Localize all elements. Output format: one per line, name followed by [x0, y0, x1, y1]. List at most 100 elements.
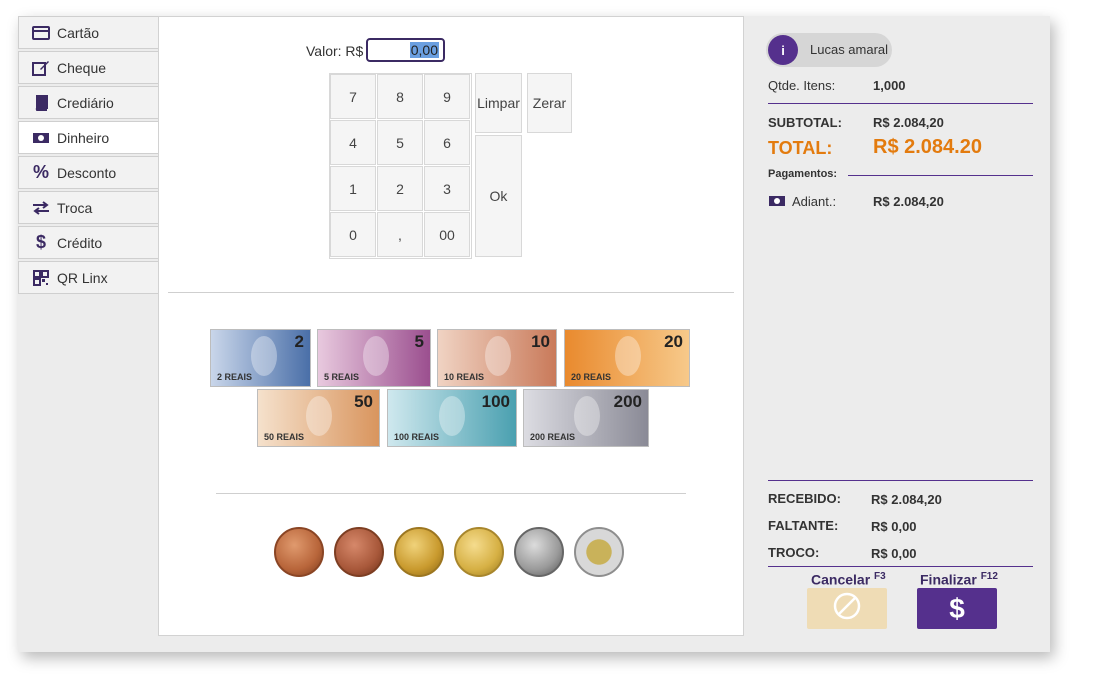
recebido-value: R$ 2.084,20	[871, 492, 942, 507]
banknote-100[interactable]: 100 100 REAIS	[387, 389, 517, 447]
key-8[interactable]: 8	[377, 74, 423, 119]
key-4[interactable]: 4	[330, 120, 376, 165]
banknote-label: 2 REAIS	[217, 372, 253, 382]
coin-50-centavos[interactable]	[514, 527, 564, 577]
banknote-portrait	[573, 396, 600, 436]
divider	[768, 566, 1033, 567]
divider	[768, 103, 1033, 104]
banknote-2[interactable]: 2 2 REAIS	[210, 329, 311, 387]
sidebar-item-cheque[interactable]: Cheque	[18, 51, 158, 84]
banknote-label: 10 REAIS	[444, 372, 485, 382]
cancel-button[interactable]	[807, 588, 887, 629]
troco-value: R$ 0,00	[871, 546, 917, 561]
banknote-value: 20	[664, 332, 683, 351]
valor-input[interactable]: 0,00	[366, 38, 445, 62]
coin-1-real[interactable]	[574, 527, 624, 577]
sidebar-item-label: Desconto	[57, 164, 117, 181]
banknote-50[interactable]: 50 50 REAIS	[257, 389, 380, 447]
key-6[interactable]: 6	[424, 120, 470, 165]
banknote-value: 10	[531, 332, 550, 351]
pagamentos-label: Pagamentos:	[768, 168, 838, 180]
recebido-label: RECEBIDO:	[768, 491, 841, 506]
valor-label: Valor: R$	[306, 43, 364, 59]
banknote-portrait	[614, 336, 641, 376]
banknote-portrait	[362, 336, 389, 376]
banknote-20[interactable]: 20 20 REAIS	[564, 329, 690, 387]
banknote-value: 100	[481, 392, 510, 411]
qtde-value: 1,000	[873, 78, 906, 93]
book-icon	[31, 94, 51, 111]
key-3[interactable]: 3	[424, 166, 470, 211]
numeric-keypad: 7 8 9 4 5 6 1 2 3 0 , 00	[329, 73, 472, 259]
cancel-icon	[832, 591, 862, 626]
cancelar-label: Cancelar F3	[811, 571, 886, 588]
dollar-icon: $	[35, 232, 46, 252]
sidebar-item-troca[interactable]: Troca	[18, 191, 158, 224]
total-value: R$ 2.084.20	[873, 136, 982, 158]
banknote-label: 5 REAIS	[324, 372, 360, 382]
key-2[interactable]: 2	[377, 166, 423, 211]
finalizar-label: Finalizar F12	[920, 571, 998, 588]
banknote-5[interactable]: 5 5 REAIS	[317, 329, 431, 387]
limpar-button[interactable]: Limpar	[475, 73, 522, 133]
banknote-label: 20 REAIS	[571, 372, 612, 382]
user-icon: i	[768, 35, 798, 65]
sidebar-item-dinheiro[interactable]: Dinheiro	[18, 121, 159, 154]
sidebar-item-label: Dinheiro	[57, 129, 110, 146]
banknote-10[interactable]: 10 10 REAIS	[437, 329, 557, 387]
key-comma[interactable]: ,	[377, 212, 423, 257]
user-name: Lucas amaral	[810, 42, 889, 57]
faltante-label: FALTANTE:	[768, 518, 839, 533]
cash-icon	[31, 130, 51, 146]
adiant-label: Adiant.:	[792, 194, 837, 209]
key-9[interactable]: 9	[424, 74, 470, 119]
sidebar-item-label: Crédito	[57, 234, 103, 251]
sidebar-item-label: Troca	[57, 199, 93, 216]
edit-icon	[31, 60, 51, 76]
sidebar-item-label: Crediário	[57, 94, 114, 111]
key-1[interactable]: 1	[330, 166, 376, 211]
dollar-icon: $	[949, 592, 965, 624]
payment-panel: Valor: R$ 0,00 7 8 9 4 5 6 1 2 3 0 , 00 …	[158, 16, 744, 636]
finalize-button[interactable]: $	[917, 588, 997, 629]
user-badge[interactable]: i Lucas amaral	[766, 33, 892, 67]
banknote-portrait	[250, 336, 277, 376]
ok-button[interactable]: Ok	[475, 135, 522, 257]
qr-icon	[31, 269, 51, 286]
cash-icon	[768, 195, 786, 210]
banknote-label: 50 REAIS	[264, 432, 305, 442]
banknote-label: 200 REAIS	[530, 432, 576, 442]
key-00[interactable]: 00	[424, 212, 470, 257]
banknote-label: 100 REAIS	[394, 432, 440, 442]
sidebar-item-label: Cheque	[57, 59, 107, 76]
key-5[interactable]: 5	[377, 120, 423, 165]
sidebar-item-cartao[interactable]: Cartão	[18, 16, 158, 49]
faltante-value: R$ 0,00	[871, 519, 917, 534]
sidebar-item-credito[interactable]: $ Crédito	[18, 226, 158, 259]
coin-5-centavos[interactable]	[334, 527, 384, 577]
qtde-label: Qtde. Itens:	[768, 78, 836, 93]
coin-1-centavo[interactable]	[274, 527, 324, 577]
banknote-200[interactable]: 200 200 REAIS	[523, 389, 649, 447]
coin-10-centavos[interactable]	[394, 527, 444, 577]
divider	[168, 292, 734, 293]
banknote-portrait	[306, 396, 333, 436]
sidebar-item-qr-linx[interactable]: QR Linx	[18, 261, 158, 294]
valor-value: 0,00	[409, 42, 439, 58]
total-label: TOTAL:	[768, 138, 833, 158]
sidebar-item-label: QR Linx	[57, 269, 108, 286]
sidebar-item-desconto[interactable]: % Desconto	[18, 156, 158, 189]
swap-icon	[31, 200, 51, 216]
banknote-portrait	[485, 336, 512, 376]
banknote-value: 200	[613, 392, 642, 411]
sidebar-item-crediario[interactable]: Crediário	[18, 86, 158, 119]
divider	[216, 493, 686, 494]
zerar-button[interactable]: Zerar	[527, 73, 572, 133]
coin-25-centavos[interactable]	[454, 527, 504, 577]
subtotal-label: SUBTOTAL:	[768, 115, 842, 130]
key-7[interactable]: 7	[330, 74, 376, 119]
divider	[848, 175, 1033, 176]
payment-methods-sidebar: Cartão Cheque Crediário Dinheiro % Desco…	[18, 16, 159, 296]
key-0[interactable]: 0	[330, 212, 376, 257]
card-icon	[31, 25, 51, 41]
